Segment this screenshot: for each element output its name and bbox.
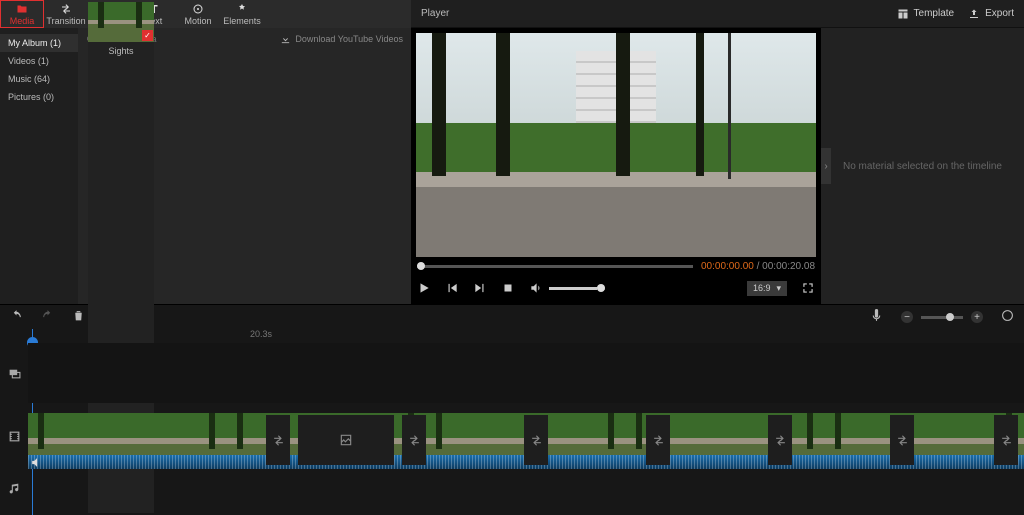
sidebar-item-music[interactable]: Music (64) [0,70,78,88]
volume-control[interactable] [529,281,605,295]
sidebar-item-myalbum[interactable]: My Album (1) [0,34,78,52]
zoom-fit-button[interactable] [1001,309,1014,325]
export-icon [968,8,980,20]
film-icon [8,430,21,443]
panel-collapse-toggle[interactable]: › [821,148,831,184]
transition-slot[interactable] [994,415,1018,465]
module-tabs: Media Transition Effect Text Motion Elem… [0,0,411,28]
audio-track-toggle[interactable] [0,469,28,507]
properties-panel: › No material selected on the timeline [821,28,1024,304]
transition-slot[interactable] [890,415,914,465]
timeline-panel: − + 20.3s [0,304,1024,515]
play-button[interactable] [417,281,431,295]
overlay-icon [8,367,21,380]
timeline-tracks[interactable]: 20.3s [28,329,1024,515]
tab-media[interactable]: Media [0,0,44,28]
swap-icon [652,434,665,447]
zoom-control[interactable]: − + [901,311,983,323]
aspect-ratio-select[interactable]: 16:9▾ [747,281,787,296]
chevron-down-icon: ▾ [776,283,781,294]
swap-icon [530,434,543,447]
transition-slot[interactable] [646,415,670,465]
zoom-handle[interactable] [946,313,954,321]
clip-waveform [28,455,254,463]
audio-mixer-button[interactable] [870,309,883,325]
transition-slot[interactable] [768,415,792,465]
empty-clip-slot[interactable] [298,415,394,465]
tab-label: Motion [184,16,211,26]
transition-slot[interactable] [402,415,426,465]
check-icon: ✓ [142,30,153,41]
player-title: Player [421,8,449,19]
swap-icon [774,434,787,447]
download-label: Download YouTube Videos [295,34,403,44]
template-icon [897,8,909,20]
prev-frame-button[interactable] [445,281,459,295]
download-icon [280,34,291,45]
time-total: 00:00:20.08 [762,261,815,272]
time-current: 00:00:00.00 [701,261,754,272]
volume-handle[interactable] [597,284,605,292]
zoom-out-button[interactable]: − [901,311,913,323]
ruler-mark: 20.3s [250,329,272,339]
zoom-in-button[interactable]: + [971,311,983,323]
clip-label: Sights [108,46,133,56]
tab-label: Transition [46,16,85,26]
video-clip-sights[interactable] [28,413,254,463]
tab-transition[interactable]: Transition [44,0,88,28]
player-panel: Player Template Export 00:00:00.0 [411,0,1024,304]
video-track-toggle[interactable] [0,403,28,469]
swap-icon [272,434,285,447]
overlay-track-toggle[interactable] [0,343,28,403]
transition-slot[interactable] [266,415,290,465]
transition-icon [59,3,73,15]
clip-audio-icon[interactable] [30,456,43,463]
media-panel: Media Transition Effect Text Motion Elem… [0,0,411,304]
zoom-slider[interactable] [921,316,963,319]
swap-icon [1000,434,1013,447]
swap-icon [896,434,909,447]
sidebar-item-videos[interactable]: Videos (1) [0,52,78,70]
tab-elements[interactable]: Elements [220,0,264,28]
music-icon [8,482,21,495]
delete-button[interactable] [72,309,85,325]
template-button[interactable]: Template [897,8,955,20]
video-preview[interactable] [416,33,816,257]
stop-button[interactable] [501,281,515,295]
export-button[interactable]: Export [968,8,1014,20]
elements-icon [235,3,249,15]
properties-empty-text: No material selected on the timeline [843,161,1002,172]
image-icon [339,433,353,447]
sidebar-item-pictures[interactable]: Pictures (0) [0,88,78,106]
redo-button[interactable] [41,309,54,325]
scrub-handle[interactable] [417,262,425,270]
scrub-bar[interactable]: 00:00:00.00 / 00:00:20.08 [417,259,815,273]
transition-slot[interactable] [524,415,548,465]
time-ruler[interactable]: 20.3s [28,329,1024,343]
tab-label: Elements [223,16,261,26]
fullscreen-button[interactable] [801,281,815,295]
next-frame-button[interactable] [473,281,487,295]
tab-motion[interactable]: Motion [176,0,220,28]
swap-icon [408,434,421,447]
volume-icon [529,281,543,295]
download-youtube[interactable]: Download YouTube Videos [280,34,403,45]
tab-label: Media [10,16,35,26]
motion-icon [191,3,205,15]
folder-icon [15,3,29,15]
undo-button[interactable] [10,309,23,325]
media-categories: My Album (1) Videos (1) Music (64) Pictu… [0,28,78,304]
